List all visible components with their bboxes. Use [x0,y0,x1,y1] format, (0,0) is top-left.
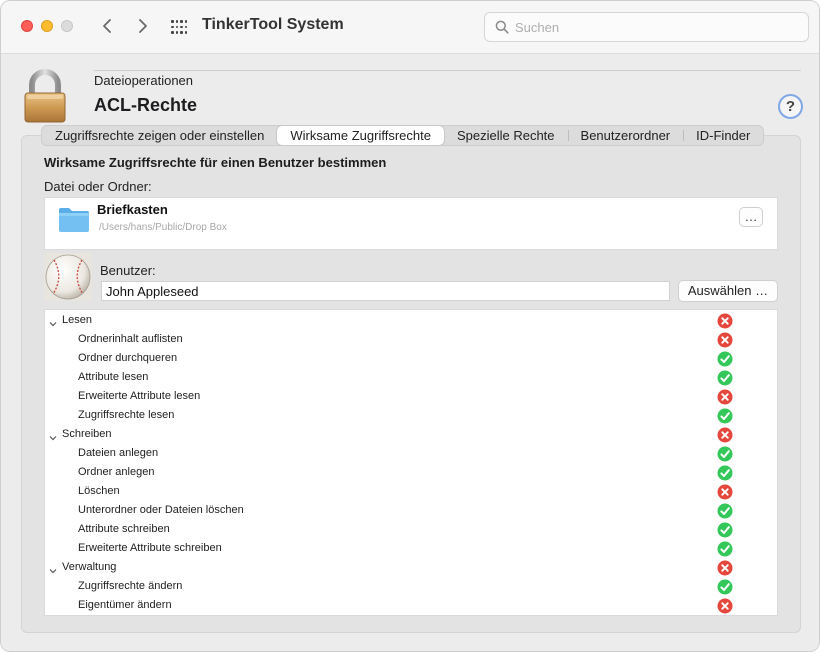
outline-item-row[interactable]: Zugriffsrechte ändern [45,577,777,596]
allowed-check-icon [717,446,733,462]
outline-group-row[interactable]: Verwaltung [45,558,777,577]
permission-label: Attribute schreiben [78,523,170,535]
outline-item-row[interactable]: Attribute lesen [45,368,777,387]
file-label: Datei oder Ordner: [44,179,152,194]
tab-zugriffsrechte-zeigen[interactable]: Zugriffsrechte zeigen oder einstellen [42,126,277,145]
permission-label: Ordnerinhalt auflisten [78,333,183,345]
search-field[interactable] [484,12,809,42]
user-field[interactable] [101,281,670,301]
search-icon [495,20,509,34]
forward-button[interactable] [131,15,153,37]
tab-benutzerordner[interactable]: Benutzerordner [567,126,684,145]
main-content: Dateioperationen ACL-Rechte ? Zugriffsre… [1,54,819,651]
denied-x-icon [717,560,733,576]
show-all-grid-icon[interactable] [171,19,188,35]
denied-x-icon [717,389,733,405]
app-title: TinkerTool System [202,16,344,33]
back-button[interactable] [97,15,119,37]
permission-label: Zugriffsrechte ändern [78,580,183,592]
outline-item-row[interactable]: Zugriffsrechte lesen [45,406,777,425]
denied-x-icon [717,427,733,443]
permission-label: Erweiterte Attribute schreiben [78,542,222,554]
permission-label: Attribute lesen [78,371,149,383]
outline-item-row[interactable]: Löschen [45,482,777,501]
permission-label: Ordner durchqueren [78,352,178,364]
outline-item-row[interactable]: Attribute schreiben [45,520,777,539]
allowed-check-icon [717,351,733,367]
outline-item-row[interactable]: Ordner durchqueren [45,349,777,368]
permission-label: Verwaltung [62,561,117,573]
outline-group-row[interactable]: Schreiben [45,425,777,444]
permission-label: Dateien anlegen [78,447,159,459]
header-divider [94,70,801,71]
denied-x-icon [717,332,733,348]
allowed-check-icon [717,370,733,386]
help-button[interactable]: ? [778,94,803,119]
search-input[interactable] [515,18,795,36]
file-name: Briefkasten [97,202,168,217]
baseball-user-icon [44,253,92,301]
user-label: Benutzer: [100,263,156,278]
folder-icon [59,208,89,232]
disclosure-chevron-icon[interactable] [49,316,57,327]
allowed-check-icon [717,522,733,538]
allowed-check-icon [717,579,733,595]
denied-x-icon [717,484,733,500]
section-subtitle: Dateioperationen [94,73,194,88]
permission-label: Unterordner oder Dateien löschen [78,504,244,516]
outline-item-row[interactable]: Unterordner oder Dateien löschen [45,501,777,520]
outline-item-row[interactable]: Erweiterte Attribute schreiben [45,539,777,558]
select-user-button[interactable]: Auswählen … [678,280,778,302]
permission-label: Schreiben [62,428,112,440]
close-window-button[interactable] [21,20,33,32]
permission-label: Eigentümer ändern [78,599,172,611]
tab-wirksame-zugriffsrechte[interactable]: Wirksame Zugriffsrechte [277,126,444,145]
chevron-left-icon [103,19,111,33]
denied-x-icon [717,598,733,614]
allowed-check-icon [717,408,733,424]
tab-bar: Zugriffsrechte zeigen oder einstellen Wi… [41,125,765,146]
outline-group-row[interactable]: Lesen [45,311,777,330]
denied-x-icon [717,313,733,329]
file-path: /Users/hans/Public/Drop Box [99,222,227,233]
outline-item-row[interactable]: Eigentümer ändern [45,596,777,615]
outline-item-row[interactable]: Dateien anlegen [45,444,777,463]
outline-item-row[interactable]: Ordner anlegen [45,463,777,482]
tab-id-finder[interactable]: ID-Finder [683,126,763,145]
lock-icon[interactable] [23,69,67,123]
page-title: ACL-Rechte [94,95,198,115]
zoom-window-button[interactable] [61,20,73,32]
outline-item-row[interactable]: Erweiterte Attribute lesen [45,387,777,406]
allowed-check-icon [717,503,733,519]
tab-spezielle-rechte[interactable]: Spezielle Rechte [444,126,568,145]
disclosure-chevron-icon[interactable] [49,430,57,441]
permission-label: Ordner anlegen [78,466,155,478]
panel-heading: Wirksame Zugriffsrechte für einen Benutz… [44,155,387,170]
choose-file-button[interactable]: … [739,207,763,227]
minimize-window-button[interactable] [41,20,53,32]
permission-label: Zugriffsrechte lesen [78,409,175,421]
chevron-right-icon [139,19,147,33]
title-bar: TinkerTool System [1,1,819,54]
permissions-outline: Lesen Ordnerinhalt auflisten Ordner durchq… [44,309,778,616]
allowed-check-icon [717,465,733,481]
permission-label: Erweiterte Attribute lesen [78,390,201,402]
file-drop-area[interactable]: Briefkasten /Users/hans/Public/Drop Box … [44,197,778,250]
permission-label: Löschen [78,485,120,497]
disclosure-chevron-icon[interactable] [49,563,57,574]
allowed-check-icon [717,541,733,557]
permission-label: Lesen [62,314,92,326]
app-window: TinkerTool System Suchen Dateioperatione… [0,0,820,652]
outline-item-row[interactable]: Ordnerinhalt auflisten [45,330,777,349]
